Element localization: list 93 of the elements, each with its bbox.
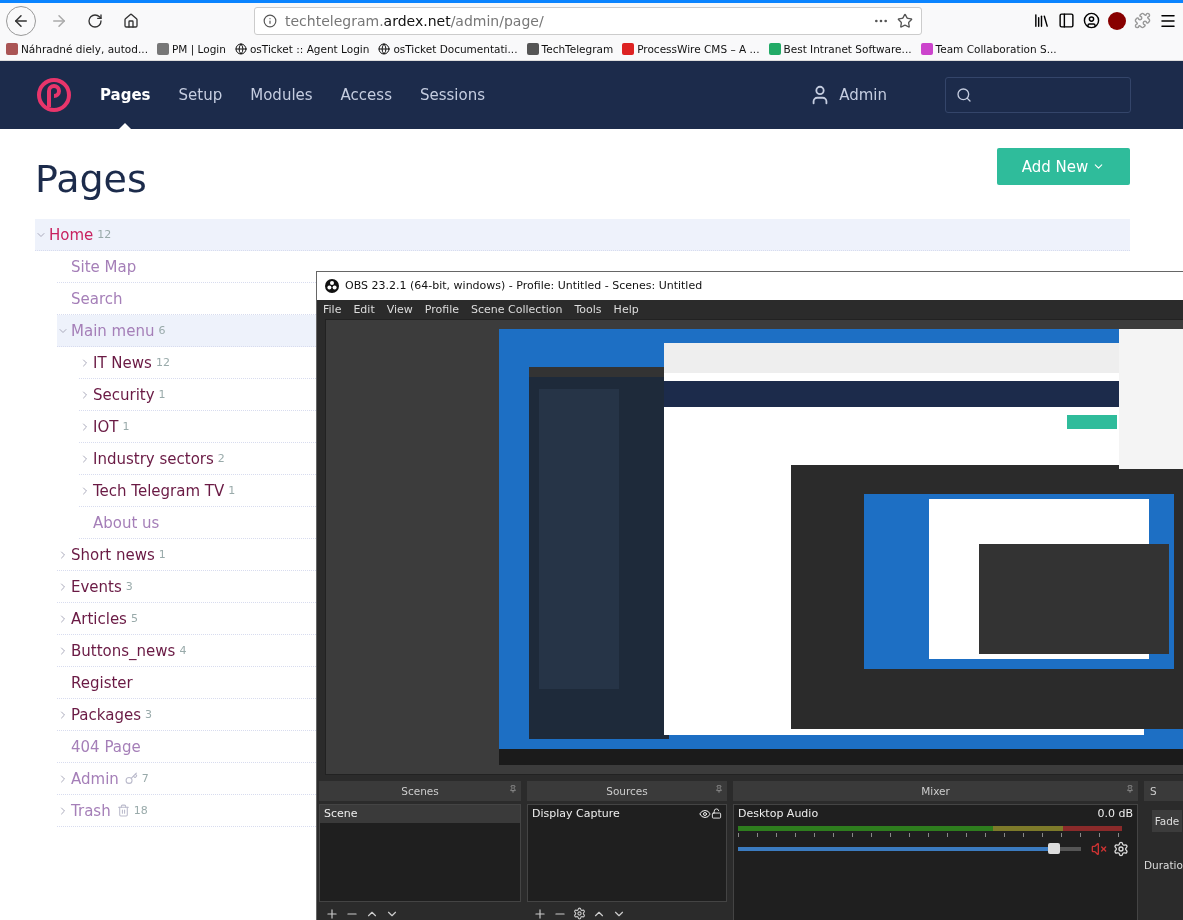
page-link[interactable]: Packages <box>71 705 141 724</box>
pin-icon[interactable] <box>1126 785 1134 793</box>
channel-reading: 0.0 dB <box>1097 807 1133 821</box>
obs-logo-icon <box>325 278 339 293</box>
nav-link[interactable]: Pages <box>100 61 151 129</box>
eye-icon[interactable] <box>699 808 711 820</box>
extension-icon[interactable] <box>1108 11 1126 30</box>
home-icon <box>123 12 139 29</box>
nav-link[interactable]: Access <box>340 61 392 129</box>
page-link[interactable]: Short news <box>71 545 155 564</box>
favicon-icon <box>622 43 635 55</box>
favicon-icon <box>6 43 18 55</box>
page-link[interactable]: Register <box>71 673 133 692</box>
child-count: 12 <box>97 228 112 241</box>
menu-item[interactable]: Help <box>613 302 639 316</box>
url-field[interactable]: techtelegram.ardex.net/admin/page/ <box>254 6 922 35</box>
pin-icon[interactable] <box>715 785 723 793</box>
child-count: 1 <box>228 484 236 497</box>
star-icon[interactable] <box>897 12 913 29</box>
unlock-icon[interactable] <box>711 808 722 820</box>
bookmark-link[interactable]: Náhradné diely, autod... <box>21 43 148 55</box>
menu-item[interactable]: Profile <box>424 302 460 316</box>
child-count: 1 <box>158 548 166 561</box>
add-icon[interactable] <box>325 907 339 920</box>
page-link[interactable]: Buttons_news <box>71 641 176 660</box>
page-link[interactable]: Industry sectors <box>93 449 214 468</box>
nav-link[interactable]: Setup <box>178 61 223 129</box>
account-icon[interactable] <box>1083 12 1100 29</box>
favicon-icon <box>526 43 539 55</box>
bookmark-link[interactable]: PM | Login <box>172 43 226 55</box>
page-link[interactable]: IOT <box>93 417 119 436</box>
settings-icon[interactable] <box>573 907 586 920</box>
menu-item[interactable]: Tools <box>574 302 602 316</box>
page-link[interactable]: Security <box>93 385 155 404</box>
key-icon <box>124 772 138 785</box>
reload-icon <box>87 12 103 29</box>
logo-icon <box>36 77 72 113</box>
child-count: 2 <box>217 452 225 465</box>
bookmark-link[interactable]: Best Intranet Software... <box>783 43 912 55</box>
search-field[interactable] <box>945 77 1131 113</box>
dock-title: Sources <box>527 781 727 801</box>
child-count: 6 <box>158 324 166 337</box>
child-count: 18 <box>133 804 148 817</box>
transition-select[interactable]: Fade <box>1152 810 1182 832</box>
bookmark-link[interactable]: osTicket :: Agent Login <box>249 43 370 55</box>
info-icon <box>263 13 277 28</box>
child-count: 1 <box>158 388 166 401</box>
source-item[interactable]: Display Capture <box>532 807 699 821</box>
channel-name: Desktop Audio <box>738 807 819 821</box>
muted-speaker-icon[interactable] <box>1091 841 1107 857</box>
page-link[interactable]: Events <box>71 577 122 596</box>
trash-icon <box>116 804 130 817</box>
page-link[interactable]: Home <box>49 225 94 244</box>
favicon-icon <box>920 43 933 55</box>
search-icon <box>956 87 972 103</box>
favicon-icon <box>768 43 781 55</box>
add-icon[interactable] <box>533 907 547 920</box>
nav-link[interactable]: Modules <box>250 61 313 129</box>
settings-icon[interactable] <box>1113 841 1129 857</box>
scene-item[interactable]: Scene <box>320 805 520 823</box>
menu-item[interactable]: View <box>386 302 413 316</box>
library-icon[interactable] <box>1033 12 1050 29</box>
bookmark-link[interactable]: Team Collaboration S... <box>935 43 1057 55</box>
pin-icon[interactable] <box>509 785 517 793</box>
dock-title: Scenes <box>319 781 521 801</box>
child-count: 1 <box>122 420 130 433</box>
window-title: OBS 23.2.1 (64-bit, windows) - Profile: Untitled - Scenes: Untitled <box>345 279 703 293</box>
bookmark-link[interactable]: osTicket Documentati... <box>393 43 518 55</box>
sidebar-icon[interactable] <box>1058 12 1075 29</box>
bookmark-link[interactable]: TechTelegram <box>541 43 614 55</box>
globe-icon <box>378 43 391 55</box>
child-count: 12 <box>155 356 170 369</box>
child-count: 7 <box>141 772 149 785</box>
child-count: 3 <box>145 708 152 721</box>
child-count: 4 <box>179 644 187 657</box>
user-link[interactable]: Admin <box>809 84 887 106</box>
dock-title: Mixer <box>733 781 1138 801</box>
favicon-icon <box>157 43 169 55</box>
menu-item[interactable]: Scene Collection <box>471 302 563 316</box>
page-link[interactable]: Articles <box>71 609 127 628</box>
child-count: 5 <box>130 612 138 625</box>
child-count: 3 <box>125 580 133 593</box>
page-link[interactable]: Tech Telegram TV <box>93 481 225 500</box>
globe-icon <box>234 43 247 55</box>
nav-link[interactable]: Sessions <box>419 61 485 129</box>
duration-label: Duratio <box>1144 859 1183 871</box>
dock-title: S <box>1144 781 1183 801</box>
puzzle-icon[interactable] <box>1134 12 1151 29</box>
menu-item[interactable]: Edit <box>353 302 375 316</box>
menu-item[interactable]: File <box>323 302 342 316</box>
page-link[interactable]: IT News <box>93 353 152 372</box>
page-title: Pages <box>35 157 147 201</box>
bookmark-link[interactable]: ProcessWire CMS – A ... <box>637 43 760 55</box>
